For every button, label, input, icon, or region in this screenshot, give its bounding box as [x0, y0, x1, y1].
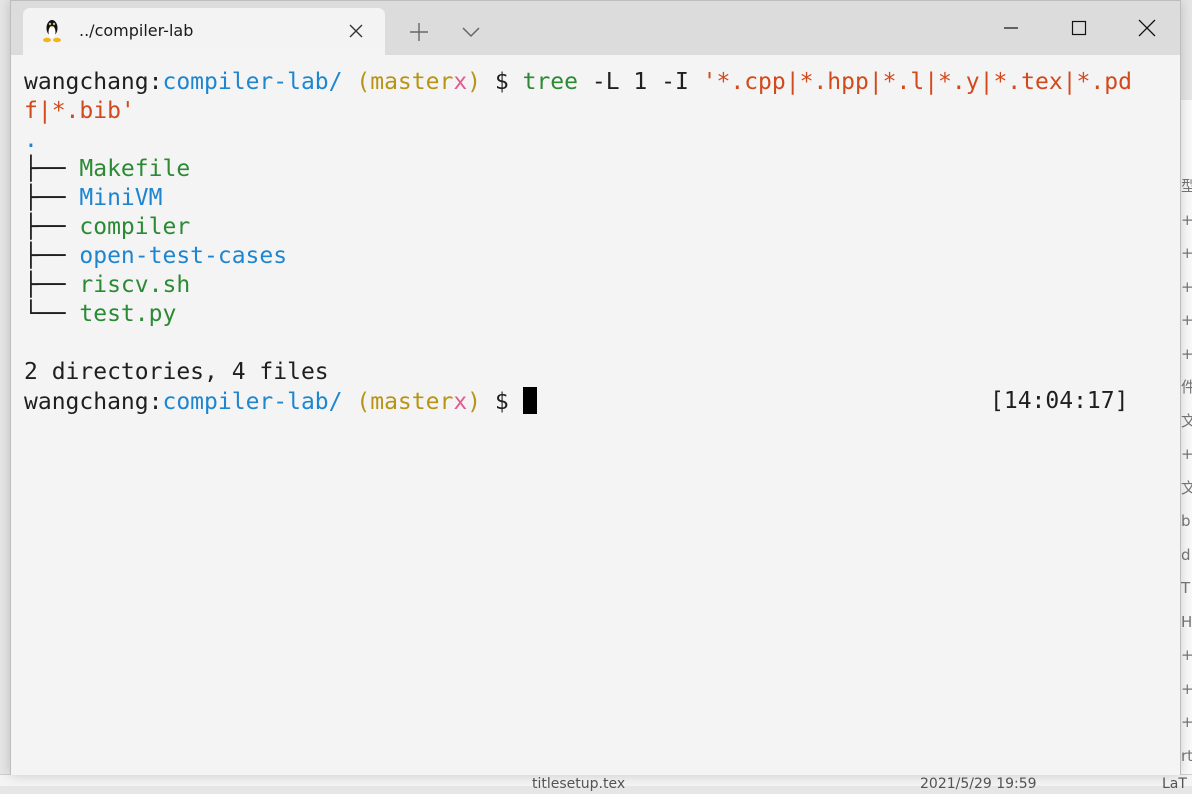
- background-side-char: d: [1181, 545, 1191, 564]
- background-side-char: +: [1181, 445, 1192, 463]
- prompt-branch-open: (: [356, 389, 371, 415]
- command-name: tree: [522, 69, 578, 95]
- prompt-branch: master: [370, 389, 454, 415]
- background-side-char: +: [1181, 646, 1192, 664]
- tree-branch: ├──: [24, 214, 80, 240]
- prompt-branch-close: ): [467, 389, 482, 415]
- prompt-symbol: $: [494, 69, 509, 95]
- text-cursor: [522, 387, 537, 414]
- close-tab-icon[interactable]: [348, 23, 364, 39]
- background-side-char: H: [1181, 612, 1192, 631]
- tree-branch: ├──: [24, 272, 80, 298]
- prompt-dir: compiler-lab/: [162, 69, 343, 95]
- tree-entry: ├── riscv.sh: [24, 271, 1180, 300]
- minimize-icon: [1004, 27, 1018, 29]
- tree-entry-name: open-test-cases: [79, 243, 288, 269]
- background-side-char: 文: [1181, 411, 1192, 430]
- tree-branch: ├──: [24, 243, 80, 269]
- command-pattern: '*.cpp|*.hpp|*.l|*.y|*.tex|*.pd: [702, 69, 1132, 95]
- command-pattern-cont: f|*.bib': [24, 98, 135, 124]
- tree-entry-name: Makefile: [79, 156, 191, 182]
- background-side-char: 文: [1181, 478, 1192, 497]
- command-line-wrap: f|*.bib': [24, 97, 1180, 126]
- linux-penguin-icon: [43, 20, 61, 43]
- tree-entry-name: MiniVM: [79, 185, 163, 211]
- terminal-tab[interactable]: ../compiler-lab: [23, 8, 385, 55]
- prompt-dir: compiler-lab/: [162, 389, 343, 415]
- background-side-char: 件: [1181, 378, 1192, 396]
- tree-entry-name: compiler: [79, 214, 191, 240]
- current-prompt-line: wangchang:compiler-lab/ (masterx) $ [14:…: [24, 387, 1180, 416]
- tree-summary: 2 directories, 4 files: [24, 359, 329, 385]
- prompt-symbol: $: [494, 389, 509, 415]
- tree-branch: └──: [24, 301, 80, 327]
- summary-line: 2 directories, 4 files: [24, 358, 1180, 387]
- command-args: -L 1 -I: [591, 69, 689, 95]
- prompt-branch: master: [370, 69, 454, 95]
- terminal-window: ../compiler-lab wangchang:compiler-lab/ …: [10, 0, 1181, 775]
- background-side-char: +: [1181, 344, 1192, 363]
- tree-entry-name: riscv.sh: [79, 272, 191, 298]
- background-side-char: +: [1181, 210, 1192, 229]
- prompt-user: wangchang: [24, 69, 149, 95]
- prompt-user: wangchang: [24, 389, 149, 415]
- prompt-timestamp: [14:04:17]: [990, 388, 1129, 414]
- maximize-icon: [1071, 20, 1087, 36]
- background-side-char: rt: [1181, 746, 1192, 765]
- tree-entry: ├── open-test-cases: [24, 242, 1180, 271]
- prompt-dirty-mark: x: [453, 69, 468, 95]
- prompt-dirty-mark: x: [453, 389, 468, 415]
- prompt-colon: :: [148, 389, 163, 415]
- close-icon: [1138, 19, 1156, 37]
- tree-root: .: [24, 126, 1180, 155]
- chevron-down-icon[interactable]: [461, 25, 481, 39]
- background-side-char: 型: [1181, 177, 1192, 195]
- new-tab-icon[interactable]: [409, 22, 429, 42]
- tree-entry: ├── MiniVM: [24, 184, 1180, 213]
- minimize-button[interactable]: [977, 1, 1045, 55]
- prompt-branch-open: (: [356, 69, 371, 95]
- background-side-char: +: [1181, 679, 1192, 698]
- background-file-type: LaT: [1162, 776, 1187, 792]
- title-bar: ../compiler-lab: [11, 1, 1180, 55]
- command-line: wangchang:compiler-lab/ (masterx) $ tree…: [24, 68, 1180, 97]
- prompt-branch-close: ): [467, 69, 482, 95]
- background-side-char: +: [1181, 277, 1192, 296]
- background-file-name: titlesetup.tex: [532, 776, 626, 792]
- maximize-button[interactable]: [1045, 1, 1113, 55]
- background-side-char: +: [1181, 713, 1192, 731]
- tree-entry: ├── compiler: [24, 213, 1180, 242]
- tree-root-dot: .: [24, 127, 38, 153]
- terminal-output[interactable]: wangchang:compiler-lab/ (masterx) $ tree…: [11, 55, 1180, 775]
- prompt-colon: :: [148, 69, 163, 95]
- background-side-char: +: [1181, 311, 1192, 329]
- close-window-button[interactable]: [1113, 1, 1181, 55]
- background-side-char: T: [1181, 579, 1191, 597]
- background-side-char: +: [1181, 244, 1192, 262]
- background-side-text: 型 + + + + + 件文 + 文 b d T H + + + rt: [1181, 170, 1192, 773]
- tree-branch: ├──: [24, 185, 80, 211]
- tab-title: ../compiler-lab: [79, 21, 194, 40]
- tree-entry-name: test.py: [79, 301, 177, 327]
- tree-entry: ├── Makefile: [24, 155, 1180, 184]
- tree-entry: └── test.py: [24, 300, 1180, 329]
- background-side-char: b: [1181, 512, 1191, 530]
- background-file-date: 2021/5/29 19:59: [920, 776, 1037, 792]
- tree-branch: ├──: [24, 156, 80, 182]
